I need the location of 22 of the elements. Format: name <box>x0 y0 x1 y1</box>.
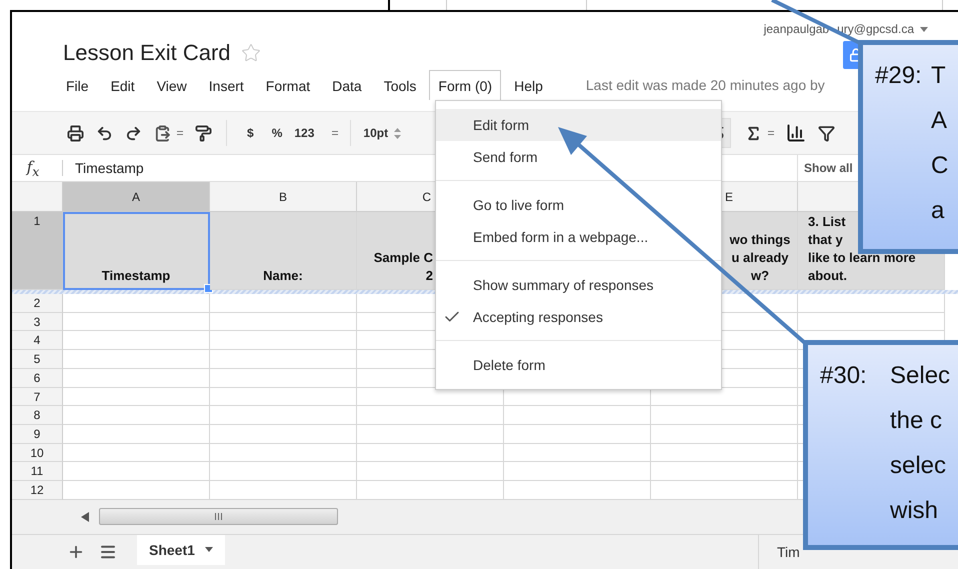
callout-text: A <box>931 106 948 136</box>
callout-text: Selec <box>890 361 952 391</box>
callout-number: #30: <box>820 361 868 391</box>
cell-text: w? <box>750 267 770 285</box>
callout-text: C <box>931 151 950 181</box>
cell-text: 3. List <box>808 213 846 231</box>
cell-text: u already <box>730 249 790 267</box>
cell-text: Sample C <box>374 249 433 267</box>
cell-text: about. <box>808 267 847 285</box>
callout-text: wish <box>890 496 940 526</box>
callout-text: T <box>931 61 947 91</box>
callout-number: #29: <box>875 61 923 91</box>
cell-text: 2 <box>426 267 433 285</box>
function-label: f$_{x}$ <box>24 158 40 178</box>
cell-text: that y <box>808 231 843 249</box>
callout-text: selec <box>890 451 948 481</box>
callout-text: the c <box>890 406 944 436</box>
cell-text: wo things <box>728 231 792 249</box>
cell-text: Name: <box>263 267 303 285</box>
cell-text: Timestamp <box>102 267 170 285</box>
callout-text: a <box>931 196 946 226</box>
cell-text: like to learn more <box>808 249 916 267</box>
